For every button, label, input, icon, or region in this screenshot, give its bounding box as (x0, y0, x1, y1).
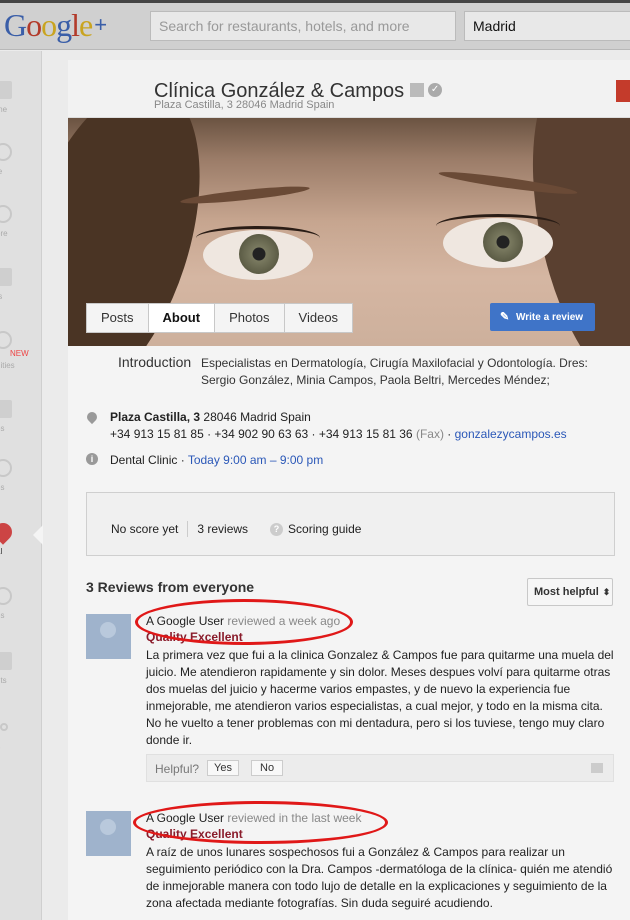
reviewer-avatar[interactable] (86, 811, 131, 856)
nav-label: es (0, 611, 5, 620)
follow-button[interactable] (616, 80, 630, 102)
score-divider (187, 521, 189, 537)
flag-icon[interactable] (591, 763, 603, 773)
verified-check-icon: ✓ (428, 82, 443, 97)
contact-line: +34 913 15 81 85 · +34 902 90 63 63 · +3… (110, 427, 567, 441)
home-icon (0, 81, 12, 99)
nav-label: nities (0, 361, 15, 370)
city-address: 28046 Madrid Spain (203, 410, 311, 424)
reviews-count[interactable]: 3 reviews (197, 522, 248, 536)
place-address: Plaza Castilla, 3 28046 Madrid Spain (154, 99, 335, 111)
no-score-text: No score yet (111, 522, 179, 536)
nav-item-pages[interactable]: es (0, 459, 42, 519)
sort-arrows-icon: ⬍ (602, 587, 611, 597)
tab-photos[interactable]: Photos (215, 304, 285, 332)
reviews-heading: 3 Reviews from everyone (86, 579, 255, 595)
street-address: Plaza Castilla, 3 (110, 410, 201, 424)
nav-label: es (0, 483, 5, 492)
reviewer-avatar[interactable] (86, 614, 131, 659)
review-text: A raíz de unos lunares sospechosos fui a… (146, 845, 613, 910)
new-badge: NEW (10, 349, 29, 358)
more-icon (0, 723, 8, 731)
highlight-oval (135, 599, 353, 645)
sort-label: Most helpful (534, 586, 599, 598)
nav-item-explore[interactable]: ore (0, 205, 42, 265)
nav-item-communities[interactable]: NEW nities (0, 331, 42, 391)
profile-icon (0, 143, 12, 161)
pencil-icon: ✎ (500, 311, 510, 323)
nav-item-events[interactable]: ts (0, 268, 42, 328)
plus-page-icon (410, 82, 425, 97)
nav-item-photos[interactable]: os (0, 400, 42, 460)
left-navigation: me le ore ts NEW nities os es al es uts … (0, 51, 42, 920)
profile-tabs: Posts About Photos Videos (86, 303, 354, 333)
scoring-guide-link[interactable]: Scoring guide (288, 522, 361, 536)
nav-label: ts (0, 292, 3, 301)
place-header: Clínica González & Campos ✓ Plaza Castill… (68, 60, 630, 118)
photos-icon (0, 400, 12, 418)
address-line: Plaza Castilla, 3 28046 Madrid Spain (110, 410, 311, 424)
helpful-yes-button[interactable]: Yes (207, 760, 239, 776)
introduction-label: Introduction (118, 354, 192, 370)
top-dark-line (0, 0, 630, 3)
local-pin-icon (0, 519, 16, 545)
nav-item-hangouts[interactable]: uts (0, 652, 42, 712)
nav-label: le (0, 167, 2, 176)
introduction-text: Especialistas en Dermatología, Cirugía M… (201, 356, 588, 387)
nav-label: al (0, 547, 3, 556)
website-link[interactable]: gonzalezycampos.es (455, 427, 567, 441)
hangouts-icon (0, 652, 12, 670)
nav-item-more[interactable]: e (0, 719, 42, 779)
category-line: Dental Clinic · Today 9:00 am – 9:00 pm (110, 453, 324, 467)
search-input[interactable]: Search for restaurants, hotels, and more (150, 11, 456, 41)
pages-icon (0, 459, 12, 477)
question-icon: ? (270, 522, 284, 536)
tab-videos[interactable]: Videos (285, 304, 353, 332)
location-input[interactable]: Madrid (464, 11, 630, 41)
nav-label: me (0, 105, 8, 114)
nav-label: uts (0, 676, 7, 685)
highlight-oval (133, 801, 388, 844)
review-item: A Google User reviewed a week ago Qualit… (86, 614, 616, 789)
communities-icon (0, 331, 12, 349)
helpful-no-button[interactable]: No (251, 760, 284, 776)
review-text: La primera vez que fui a la clinica Gonz… (146, 648, 614, 747)
write-review-button[interactable]: ✎ Write a review (490, 303, 595, 331)
top-bar: Google+ Search for restaurants, hotels, … (0, 0, 630, 50)
events-icon (0, 268, 12, 286)
explore-icon (0, 205, 12, 223)
games-icon (0, 587, 12, 605)
score-spacer (257, 521, 261, 537)
category-text: Dental Clinic (110, 453, 178, 467)
tab-about[interactable]: About (148, 304, 216, 332)
phone-numbers: +34 913 15 81 85 · +34 902 90 63 63 · +3… (110, 427, 413, 441)
score-row: No score yet 3 reviews ? Scoring guide (111, 521, 361, 537)
score-box: No score yet 3 reviews ? Scoring guide (86, 492, 615, 556)
cover-lash-left (196, 226, 320, 250)
nav-item-home[interactable]: me (0, 81, 42, 141)
opening-hours-link[interactable]: Today 9:00 am – 9:00 pm (188, 453, 323, 467)
nav-label: os (0, 424, 5, 433)
write-review-label: Write a review (516, 312, 584, 323)
fax-label: (Fax) (415, 427, 444, 441)
tab-posts[interactable]: Posts (87, 304, 149, 332)
sort-dropdown[interactable]: Most helpful ⬍ (527, 578, 613, 606)
info-icon: i (86, 453, 98, 465)
active-nav-pointer (33, 525, 43, 545)
helpful-bar: Helpful? Yes No (146, 754, 614, 782)
nav-item-games[interactable]: es (0, 587, 42, 647)
place-card: Clínica González & Campos ✓ Plaza Castill… (68, 60, 630, 920)
google-plus-logo[interactable]: Google+ (4, 6, 107, 44)
cover-lash-right (436, 214, 560, 238)
helpful-label: Helpful? (155, 762, 200, 776)
map-pin-icon (84, 409, 100, 425)
nav-item-profile[interactable]: le (0, 143, 42, 203)
nav-label: ore (0, 229, 8, 238)
